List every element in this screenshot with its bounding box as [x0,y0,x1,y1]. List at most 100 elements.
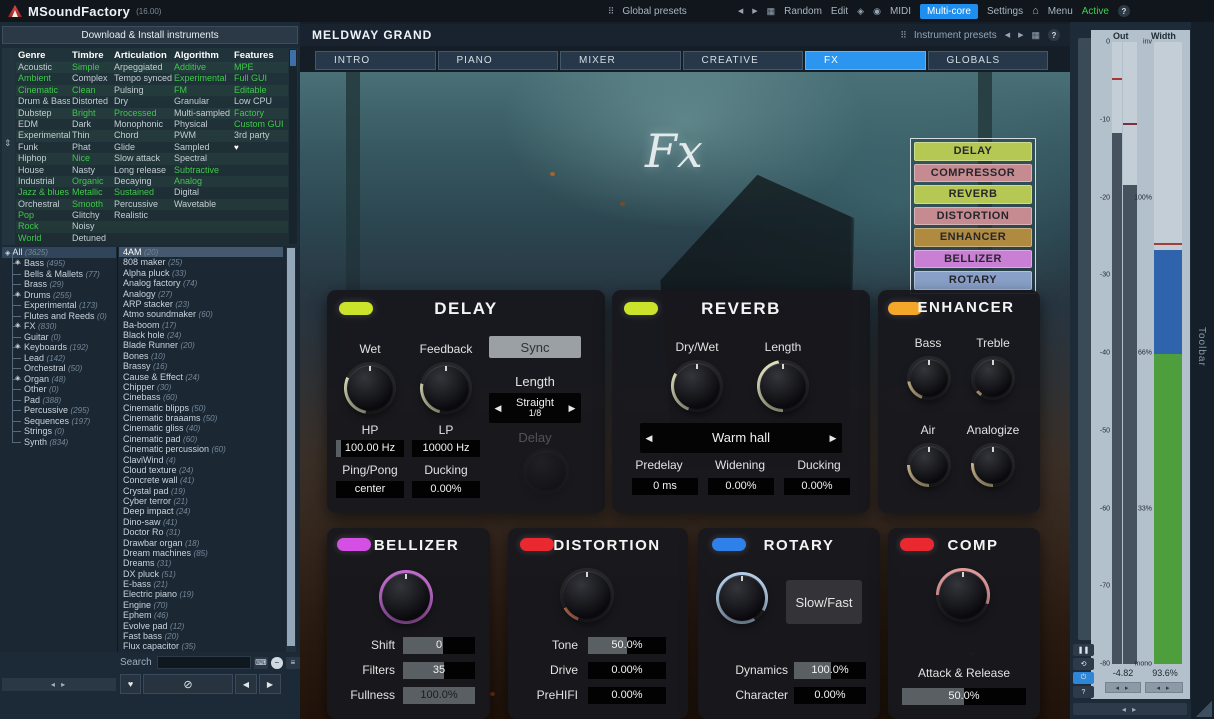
filter-features-editable[interactable]: Editable [232,85,288,96]
feedback-knob[interactable] [420,362,472,414]
tree-item-other[interactable]: Other (0) [12,384,116,395]
tree-item-experimental[interactable]: Experimental (173) [12,300,116,311]
preset-item-engine[interactable]: Engine (70) [119,600,283,610]
filter-algorithm-sampled[interactable]: Sampled [172,142,232,153]
delay-ducking-field[interactable]: 0.00% [412,481,480,498]
clear-filter-icon[interactable]: − [271,657,283,669]
filter-algorithm-additive[interactable]: Additive [172,62,232,73]
filter-timbre-complex[interactable]: Complex [70,73,112,84]
preset-item-crystal-pad[interactable]: Crystal pad (19) [119,486,283,496]
width-range-slider[interactable]: ◂ ▸ [1145,682,1183,693]
exclude-filter-button[interactable]: ⊘ [143,674,233,694]
drywet-knob[interactable] [671,360,723,412]
tab-fx[interactable]: FX [805,51,926,70]
filter-gutter[interactable]: ⇕ [2,48,15,245]
filter-timbre-simple[interactable]: Simple [70,62,112,73]
preset-item-cinematic-gliss[interactable]: Cinematic gliss (40) [119,423,283,433]
preset-item-alpha-pluck[interactable]: Alpha pluck (33) [119,268,283,278]
filter-genre-experimental[interactable]: Experimental [16,130,70,141]
filter-timbre-distorted[interactable]: Distorted [70,96,112,107]
filter-algorithm-experimental[interactable]: Experimental [172,73,232,84]
filter-algorithm-wavetable[interactable]: Wavetable [172,199,232,210]
random-button[interactable]: Random [784,6,822,17]
filter-genre-pop[interactable]: Pop [16,210,70,221]
chain-item-rotary[interactable]: ROTARY [914,271,1032,290]
pingpong-field[interactable]: center [336,481,404,498]
global-presets-button[interactable]: Global presets [622,6,686,17]
fullness-field[interactable]: 100.0% [403,687,475,704]
tab-piano[interactable]: PIANO [438,51,559,70]
preset-item-cyber-terror[interactable]: Cyber terror (21) [119,496,283,506]
filter-articulation-slow-attack[interactable]: Slow attack [112,153,172,164]
filter-algorithm-physical[interactable]: Physical [172,119,232,130]
filter-algorithm-digital[interactable]: Digital [172,187,232,198]
preset-item-bones[interactable]: Bones (10) [119,351,283,361]
chain-item-reverb[interactable]: REVERB [914,185,1032,204]
out-range-slider[interactable]: ◂ ▸ [1105,682,1141,693]
tab-mixer[interactable]: MIXER [560,51,681,70]
filter-features-factory[interactable]: Factory [232,108,288,119]
chain-item-delay[interactable]: DELAY [914,142,1032,161]
preset-item-doctor-ro[interactable]: Doctor Ro (31) [119,527,283,537]
preset-item-dreams[interactable]: Dreams (31) [119,558,283,568]
filter-timbre-phat[interactable]: Phat [70,142,112,153]
preset-item-drawbar-organ[interactable]: Drawbar organ (18) [119,538,283,548]
filter-genre-ambient[interactable]: Ambient [16,73,70,84]
preset-item-cinematic-braaams[interactable]: Cinematic braaams (50) [119,413,283,423]
menu-button[interactable]: Menu [1048,6,1073,17]
filter-features-3rd-party[interactable]: 3rd party [232,130,288,141]
filter-articulation-tempo-synced[interactable]: Tempo synced [112,73,172,84]
chain-item-compressor[interactable]: COMPRESSOR [914,164,1032,183]
prev-instrument-preset[interactable]: ◀ [1005,31,1010,39]
preset-item-e-bass[interactable]: E-bass (21) [119,579,283,589]
filter-features-custom-gui[interactable]: Custom GUI [232,119,288,130]
compare-icon[interactable]: ◈ [857,6,864,17]
shift-field[interactable]: 0 [403,637,475,654]
preset-item-cause-effect[interactable]: Cause & Effect (24) [119,372,283,382]
preset-item-cinematic-pad[interactable]: Cinematic pad (60) [119,434,283,444]
home-icon[interactable]: ⌂ [1032,5,1039,17]
filter-genre-acoustic[interactable]: Acoustic [16,62,70,73]
filter-algorithm-fm[interactable]: FM [172,85,232,96]
instrument-help-icon[interactable]: ? [1048,29,1060,41]
preset-item-cinebass[interactable]: Cinebass (60) [119,392,283,402]
filter-algorithm-subtractive[interactable]: Subtractive [172,165,232,176]
filter-algorithm-granular[interactable]: Granular [172,96,232,107]
power-icon[interactable]: ⏻ [1073,672,1094,684]
filter-genre-drum-bass[interactable]: Drum & Bass [16,96,70,107]
filter-timbre-dark[interactable]: Dark [70,119,112,130]
reset-meter-icon[interactable]: ⟲ [1073,658,1094,670]
filter-genre-orchestral[interactable]: Orchestral [16,199,70,210]
settings-button[interactable]: Settings [987,6,1023,17]
tab-creative[interactable]: CREATIVE [683,51,804,70]
hp-field[interactable]: 100.00 Hz [336,440,404,457]
list-view-icon[interactable]: ≡ [286,657,300,669]
preset-item-808-maker[interactable]: 808 maker (25) [119,257,283,267]
filter-timbre-metallic[interactable]: Metallic [70,187,112,198]
reverb-ducking-field[interactable]: 0.00% [784,478,850,495]
preset-item-dx-pluck[interactable]: DX pluck (51) [119,569,283,579]
character-field[interactable]: 0.00% [794,687,866,704]
filter-articulation-pulsing[interactable]: Pulsing [112,85,172,96]
preset-item-ba-boom[interactable]: Ba-boom (17) [119,320,283,330]
filter-timbre-clean[interactable]: Clean [70,85,112,96]
preset-item-arp-stacker[interactable]: ARP stacker (23) [119,299,283,309]
resize-grip[interactable] [1196,701,1212,717]
filters-field[interactable]: 35 [403,662,475,679]
air-knob[interactable] [907,443,951,487]
save-instrument-preset-icon[interactable]: ▦ [1031,30,1040,41]
attack-release-field[interactable]: 50.0% [902,688,1026,705]
expand-diamond-icon[interactable]: ◈ [15,258,20,269]
filter-timbre-nice[interactable]: Nice [70,153,112,164]
filter-articulation-dry[interactable]: Dry [112,96,172,107]
preset-item-claviwind[interactable]: ClaviWind (4) [119,455,283,465]
filter-features-mpe[interactable]: MPE [232,62,288,73]
filter-articulation-decaying[interactable]: Decaying [112,176,172,187]
tab-globals[interactable]: GLOBALS [928,51,1049,70]
prehifi-field[interactable]: 0.00% [588,687,666,704]
tree-item-lead[interactable]: Lead (142) [12,353,116,364]
filter-features-low-cpu[interactable]: Low CPU [232,96,288,107]
tree-item-bells-mallets[interactable]: Bells & Mallets (77) [12,269,116,280]
widening-field[interactable]: 0.00% [708,478,774,495]
reverb-preset-selector[interactable]: ◀ Warm hall ▶ [640,423,842,453]
